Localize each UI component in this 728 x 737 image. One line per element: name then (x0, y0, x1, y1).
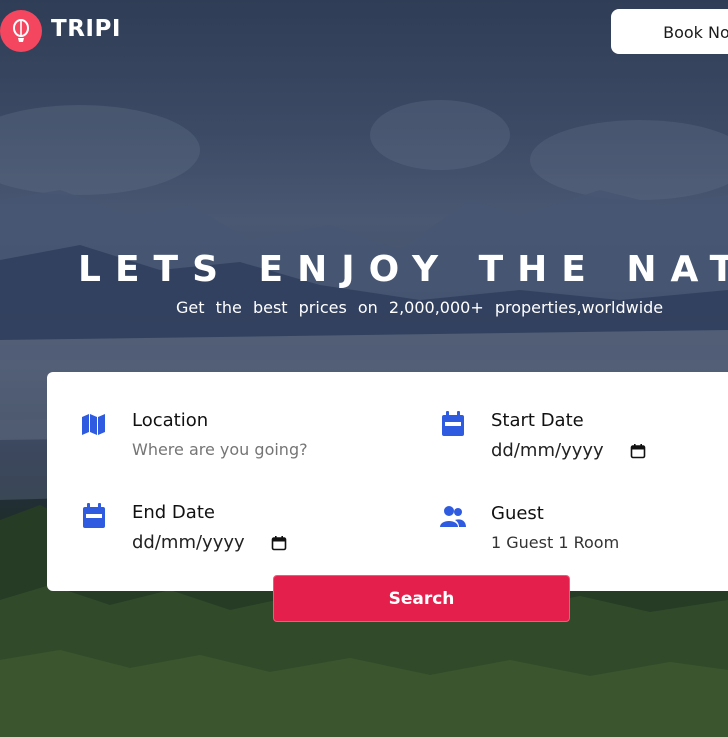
end-date-label: End Date (132, 502, 215, 523)
brand-name[interactable]: TRIPI (51, 16, 121, 42)
end-date-input[interactable]: dd/mm/yyyy (132, 532, 287, 553)
hero-headline: LETS ENJOY THE NATURE (78, 249, 728, 290)
search-button[interactable]: Search (273, 575, 570, 622)
top-navigation: TRIPI Book Now (0, 0, 728, 64)
start-date-label: Start Date (491, 410, 584, 431)
start-date-value: dd/mm/yyyy (491, 440, 604, 461)
start-date-input[interactable]: dd/mm/yyyy (491, 440, 646, 461)
date-picker-icon[interactable] (630, 443, 646, 459)
guest-value[interactable]: 1 Guest 1 Room (491, 533, 619, 552)
guest-label: Guest (491, 503, 544, 524)
users-icon (439, 503, 467, 531)
map-icon (80, 410, 108, 438)
hero-overlay (0, 0, 728, 737)
book-now-button[interactable]: Book Now (611, 9, 728, 54)
location-label: Location (132, 410, 209, 431)
calendar-icon (80, 502, 108, 530)
hero-subline: Get the best prices on 2,000,000+ proper… (176, 298, 664, 317)
start-date-field[interactable]: Start Date dd/mm/yyyy (439, 410, 728, 470)
guest-field[interactable]: Guest 1 Guest 1 Room (439, 503, 728, 563)
location-field[interactable]: Location (80, 410, 380, 470)
search-card: Location Start Date dd/mm/yyyy (47, 372, 728, 591)
date-picker-icon[interactable] (271, 535, 287, 551)
end-date-value: dd/mm/yyyy (132, 532, 245, 553)
end-date-field[interactable]: End Date dd/mm/yyyy (80, 502, 380, 562)
calendar-icon (439, 410, 467, 438)
hero-section: TRIPI Book Now LETS ENJOY THE NATURE Get… (0, 0, 728, 737)
balloon-logo-icon[interactable] (0, 10, 42, 52)
location-input[interactable] (132, 440, 352, 459)
